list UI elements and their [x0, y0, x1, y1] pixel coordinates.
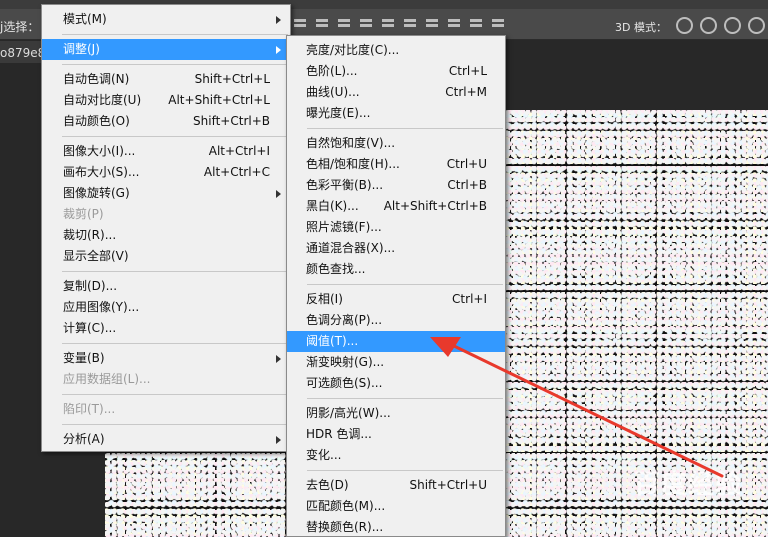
annotation-arrow: [430, 337, 724, 478]
